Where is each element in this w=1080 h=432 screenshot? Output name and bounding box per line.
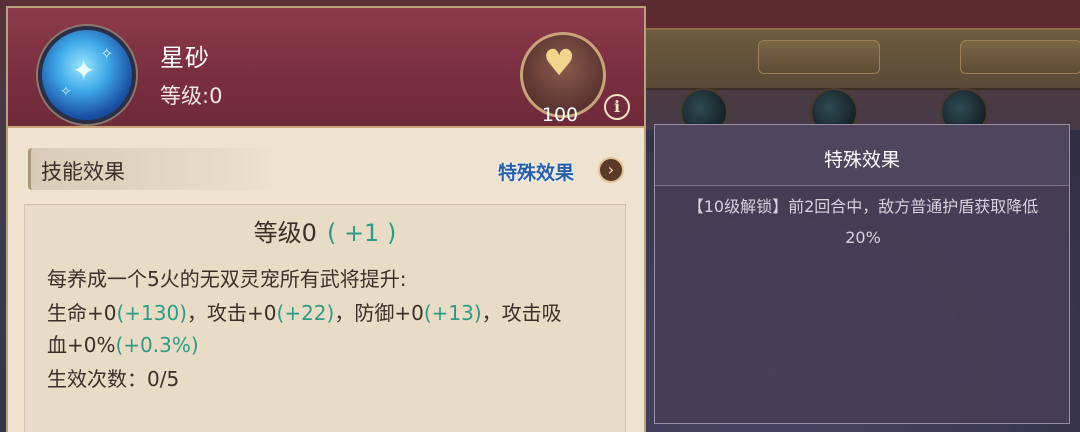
effect-level: 等级0 bbox=[253, 219, 317, 247]
effect-line: 血+0%(+0.3%) bbox=[47, 329, 199, 358]
background-tab bbox=[758, 40, 880, 74]
stat-bonus: (+13) bbox=[423, 301, 482, 325]
pet-header: ✦ ✧ ✧ 星砂 等级:0 ♥ 100 i bbox=[8, 8, 644, 128]
special-effect-link[interactable]: 特殊效果 bbox=[498, 158, 574, 185]
pet-avatar[interactable]: ✦ ✧ ✧ bbox=[38, 26, 136, 124]
background-tab bbox=[960, 40, 1080, 74]
tooltip-text: 【10级解锁】前2回合中，敌方普通护盾获取降低20% bbox=[687, 197, 1039, 247]
background-band bbox=[640, 0, 1080, 28]
effect-count: 生效次数：0/5 bbox=[47, 367, 180, 391]
chevron-right-icon[interactable]: › bbox=[598, 157, 624, 183]
stat-bonus: (+0.3%) bbox=[115, 333, 199, 357]
stat-text: ，攻击吸 bbox=[481, 301, 562, 325]
pet-level: 等级:0 bbox=[160, 84, 223, 108]
stat-bonus: (+22) bbox=[276, 301, 335, 325]
stat-bonus: (+130) bbox=[116, 301, 188, 325]
info-icon[interactable]: i bbox=[604, 94, 630, 120]
stat-text: ，防御+0 bbox=[334, 301, 424, 325]
sparkle-icon: ✧ bbox=[100, 44, 114, 63]
heart-hands-icon: ♥ bbox=[543, 43, 576, 84]
effect-level-title: 等级0 ( +1 ) bbox=[25, 213, 625, 248]
sparkle-icon: ✧ bbox=[60, 84, 72, 100]
tooltip-header: 特殊效果 bbox=[655, 125, 1069, 186]
pet-skill-panel: ✦ ✧ ✧ 星砂 等级:0 ♥ 100 i 技能效果 特殊效果 › 等级0 ( +… bbox=[6, 6, 646, 432]
tooltip-title: 特殊效果 bbox=[823, 149, 900, 171]
sparkle-icon: ✦ bbox=[72, 54, 96, 87]
tab-skill-effect-label: 技能效果 bbox=[41, 160, 125, 184]
effect-level-bonus: ( +1 ) bbox=[326, 219, 397, 247]
effect-line: 生命+0(+130)，攻击+0(+22)，防御+0(+13)，攻击吸 bbox=[47, 297, 562, 326]
favor-count: 100 bbox=[541, 104, 579, 126]
tab-skill-effect[interactable]: 技能效果 bbox=[28, 148, 281, 190]
stat-text: 血+0% bbox=[47, 333, 116, 357]
special-effect-tooltip: 特殊效果 【10级解锁】前2回合中，敌方普通护盾获取降低20% bbox=[654, 124, 1070, 424]
stat-text: 生命+0 bbox=[47, 301, 117, 325]
effect-box: 等级0 ( +1 ) 每养成一个5火的无双灵宠所有武将提升: 生命+0(+130)… bbox=[24, 204, 626, 432]
effect-line: 每养成一个5火的无双灵宠所有武将提升: bbox=[47, 267, 407, 291]
stat-text: ，攻击+0 bbox=[187, 301, 277, 325]
pet-name: 星砂 bbox=[160, 44, 210, 72]
